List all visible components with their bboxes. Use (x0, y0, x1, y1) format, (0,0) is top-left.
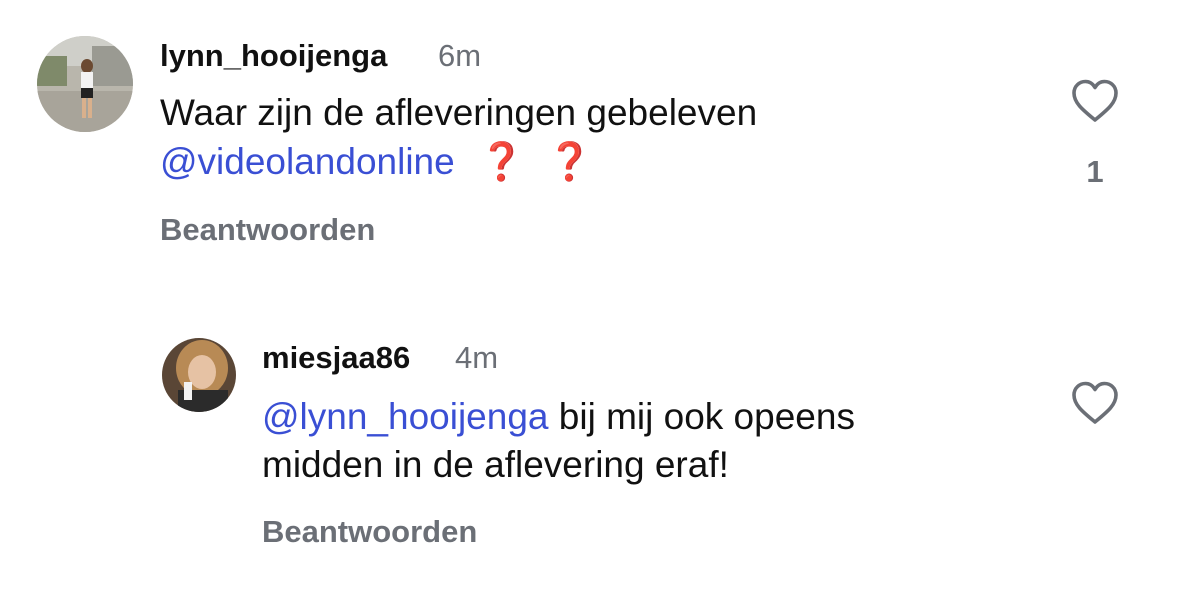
mention-link[interactable]: @lynn_hooijenga (262, 396, 549, 437)
question-mark-emoji: ❓ (546, 140, 593, 183)
avatar[interactable] (162, 338, 236, 412)
reply-button[interactable]: Beantwoorden (160, 212, 375, 248)
question-mark-emoji: ❓ (478, 140, 525, 183)
username[interactable]: miesjaa86 (262, 340, 410, 376)
comment-text-line2: @videolandonline ❓ ❓ (160, 140, 593, 184)
reply-button[interactable]: Beantwoorden (262, 514, 477, 550)
mention-link[interactable]: @videolandonline (160, 141, 455, 182)
timestamp: 4m (455, 340, 499, 375)
username[interactable]: lynn_hooijenga (160, 38, 387, 74)
comment-text-rest: bij mij ook opeens (548, 396, 855, 437)
like-count: 1 (1086, 154, 1104, 189)
timestamp: 6m (438, 38, 482, 73)
comment-text: Waar zijn de afleveringen gebeleven (160, 92, 758, 133)
avatar[interactable] (37, 36, 133, 132)
heart-icon[interactable] (1070, 380, 1120, 426)
comment-text-line2: midden in de aflevering eraf! (262, 444, 729, 485)
comment-text: @lynn_hooijenga bij mij ook opeens (262, 396, 855, 438)
heart-icon[interactable] (1070, 78, 1120, 124)
